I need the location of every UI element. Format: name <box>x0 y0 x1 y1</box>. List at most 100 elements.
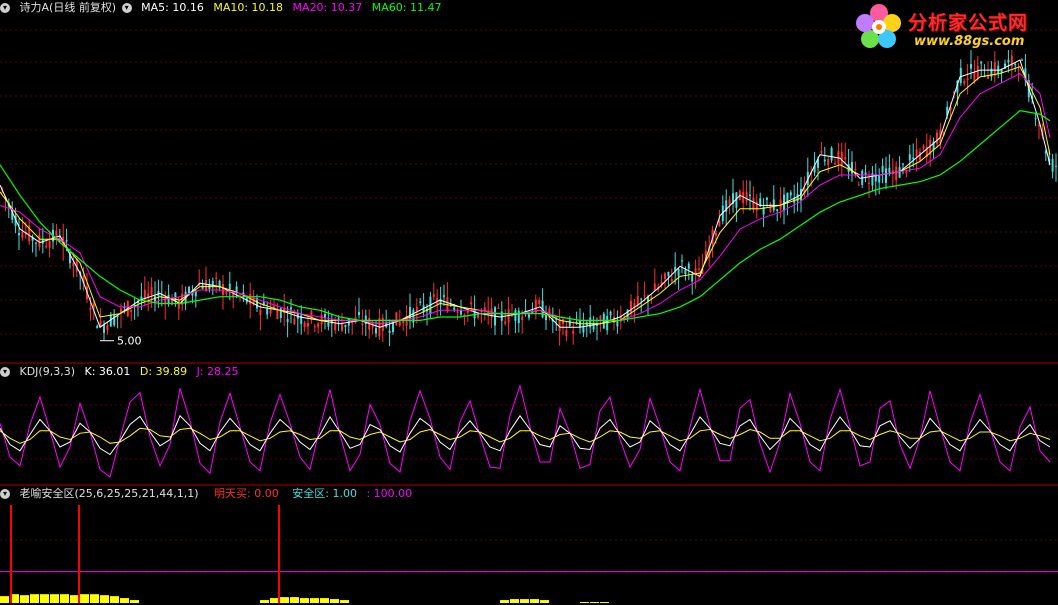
candle-body <box>885 168 887 183</box>
candle-body <box>130 309 133 312</box>
safe-indicator-name: 老喻安全区(25,6,25,25,21,44,1,1) <box>19 487 199 500</box>
safe-zone-bar <box>320 598 329 603</box>
buy-signal-bar <box>278 505 280 603</box>
candle-body <box>915 149 918 157</box>
candle-body <box>483 307 486 311</box>
candlesticks <box>1 49 1057 347</box>
safe-zone-bar <box>110 596 119 603</box>
candle-body <box>48 241 51 248</box>
chevron-down-icon[interactable]: ▾ <box>121 3 132 13</box>
candle-body <box>453 307 456 310</box>
candle-body <box>898 167 901 178</box>
candle-body <box>572 330 575 334</box>
candle-body <box>375 328 377 334</box>
candle-body <box>878 175 881 183</box>
logo-url: www.88gs.com <box>914 34 1025 49</box>
candle-body <box>565 330 568 337</box>
safe-zone-bar <box>130 600 139 603</box>
candle-body <box>980 61 983 64</box>
candle-body <box>1014 63 1017 66</box>
candle-body <box>205 279 207 292</box>
candle-body <box>504 321 507 324</box>
candle-body <box>902 163 904 165</box>
candle-body <box>470 302 473 305</box>
candle-body <box>562 319 564 324</box>
candle-body <box>456 312 459 314</box>
candle-body <box>749 194 751 196</box>
safe-zone-bar <box>70 595 79 603</box>
candle-body <box>419 301 422 303</box>
kdj-name: KDJ(9,3,3) <box>19 365 76 378</box>
min-price-marker: 5.00 <box>100 335 142 348</box>
candle-body <box>970 64 972 69</box>
chevron-down-icon[interactable]: ▾ <box>0 367 10 377</box>
candle-body <box>215 277 218 279</box>
candle-body <box>820 151 823 154</box>
candle-body <box>259 309 262 316</box>
candle-body <box>895 166 898 180</box>
candle-body <box>912 157 915 160</box>
candle-body <box>89 307 92 311</box>
candle-body <box>823 159 826 162</box>
candle-body <box>616 322 619 327</box>
kdj-d-label: D: 39.89 <box>139 365 188 378</box>
buy-tomorrow-label: 明天买: 0.00 <box>214 487 279 500</box>
candle-body <box>830 147 833 161</box>
candle-body <box>936 132 938 144</box>
candle-body <box>715 232 717 236</box>
candle-body <box>772 199 775 211</box>
candle-body <box>888 167 891 173</box>
ma60-line <box>0 110 1051 321</box>
candle-body <box>752 197 755 210</box>
candle-body <box>1010 55 1013 67</box>
candle-body <box>150 287 153 296</box>
chevron-down-icon[interactable]: ▾ <box>0 489 10 499</box>
candle-body <box>286 319 289 323</box>
kdj-panel-header: ▾ KDJ(9,3,3) K: 36.01 D: 39.89 J: 28.25 <box>0 364 245 380</box>
candle-body <box>908 154 911 161</box>
candle-body <box>643 295 646 297</box>
candle-body <box>827 159 830 166</box>
safe-zone-bar <box>30 594 39 603</box>
moving-average-lines <box>0 59 1051 328</box>
candle-body <box>698 268 700 270</box>
safe-zone-bar <box>270 598 279 603</box>
safe-zone-bar <box>330 599 339 603</box>
safe-zone-bar <box>260 600 269 603</box>
candle-body <box>653 283 656 291</box>
candle-body <box>21 231 24 238</box>
candle-body <box>776 209 779 211</box>
safe-panel-header: ▾ 老喻安全区(25,6,25,25,21,44,1,1) 明天买: 0.00 … <box>0 486 418 502</box>
safe-zone-bar <box>0 596 9 603</box>
chevron-down-icon[interactable]: ▾ <box>0 3 10 13</box>
candle-body <box>844 157 847 160</box>
candle-body <box>228 283 231 290</box>
safe-zone-bar <box>50 594 59 603</box>
candle-body <box>92 303 95 308</box>
safe-zone-bar <box>100 595 109 603</box>
kdj-k-label: K: 36.01 <box>84 365 131 378</box>
safe-zone-bar <box>540 600 549 603</box>
stock-title: 诗力A(日线 前复权) <box>19 1 117 14</box>
safe-zone-bar <box>520 599 529 603</box>
candle-body <box>670 279 673 282</box>
safe-zone-bar <box>120 598 129 603</box>
candle-body <box>602 313 605 329</box>
safe-zone-label: 安全区: 1.00 <box>292 487 357 500</box>
candle-body <box>881 165 884 173</box>
safe-zone-bar <box>90 594 99 603</box>
candle-body <box>973 72 976 81</box>
candle-body <box>691 275 694 282</box>
ma20-label: MA20: 10.37 <box>292 1 363 14</box>
candle-body <box>963 81 966 84</box>
candle-body <box>293 318 296 325</box>
candle-body <box>834 162 836 165</box>
candle-body <box>395 312 398 326</box>
candle-body <box>35 242 37 244</box>
candle-body <box>273 306 275 308</box>
candle-body <box>177 299 180 309</box>
candle-body <box>667 271 670 277</box>
candle-body <box>103 324 105 333</box>
safe-zone-bar <box>280 597 289 603</box>
candle-body <box>919 151 921 161</box>
